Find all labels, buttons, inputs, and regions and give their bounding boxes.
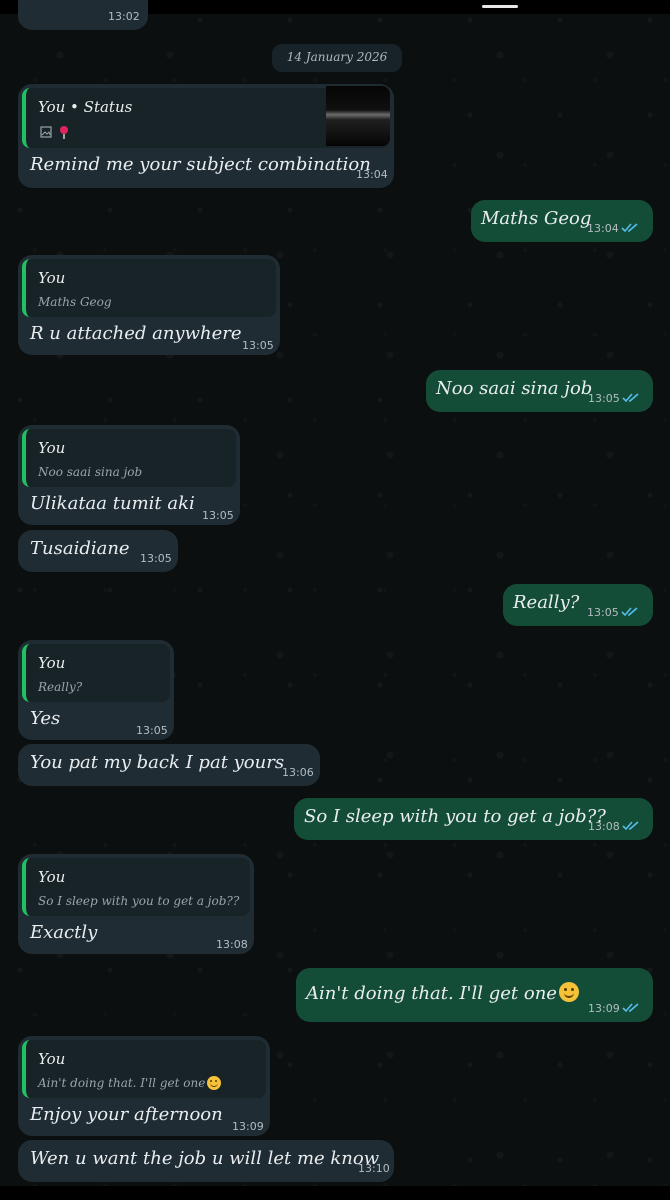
message-bubble-incoming[interactable]: You So I sleep with you to get a job?? E… — [18, 854, 254, 954]
message-time: 13:10 — [358, 1162, 390, 1175]
message-time: 13:05 — [587, 606, 619, 619]
quote-author: You — [38, 269, 66, 287]
drag-handle[interactable] — [482, 5, 518, 8]
message-bubble-partial[interactable]: 13:02 — [18, 0, 148, 30]
message-time: 13:02 — [108, 10, 140, 23]
message-bubble-incoming[interactable]: You Noo saai sina job Ulikataa tumit aki… — [18, 425, 240, 525]
quote-author: You — [38, 868, 66, 886]
message-bubble-outgoing[interactable]: Really? 13:05 — [503, 584, 653, 626]
smiling-face-emoji — [207, 1076, 222, 1090]
message-bubble-incoming[interactable]: You Really? Yes 13:05 — [18, 640, 174, 740]
message-text-content: Ain't doing that. I'll get one — [306, 983, 557, 1004]
quoted-message[interactable]: You Noo saai sina job — [22, 429, 236, 487]
quote-author: You • Status — [38, 98, 133, 116]
read-receipt-icon — [622, 821, 639, 831]
message-text: Remind me your subject combination — [30, 154, 371, 175]
date-separator: 14 January 2026 — [272, 44, 402, 72]
quote-text: Really? — [38, 680, 83, 694]
quote-text-content: Ain't doing that. I'll get one — [38, 1076, 206, 1090]
message-text: So I sleep with you to get a job?? — [304, 806, 606, 827]
message-text: Really? — [513, 592, 580, 613]
message-text: Enjoy your afternoon — [30, 1104, 223, 1125]
quote-text: So I sleep with you to get a job?? — [38, 894, 240, 908]
quote-author: You — [38, 439, 66, 457]
message-bubble-incoming[interactable]: You Ain't doing that. I'll get one Enjoy… — [18, 1036, 270, 1136]
quote-text: Noo saai sina job — [38, 465, 143, 479]
message-bubble-incoming[interactable]: You pat my back I pat yours 13:06 — [18, 744, 320, 786]
date-separator-text: 14 January 2026 — [286, 50, 388, 64]
message-time: 13:05 — [242, 339, 274, 352]
message-bubble-outgoing[interactable]: Ain't doing that. I'll get one 13:09 — [296, 968, 653, 1022]
message-time: 13:06 — [282, 766, 314, 779]
read-receipt-icon — [622, 393, 639, 403]
message-bubble-outgoing[interactable]: Noo saai sina job 13:05 — [426, 370, 653, 412]
message-text: Noo saai sina job — [436, 378, 593, 399]
message-time: 13:05 — [140, 552, 172, 565]
message-time: 13:08 — [588, 820, 620, 833]
message-text: Tusaidiane — [30, 538, 130, 559]
message-time: 13:04 — [356, 168, 388, 181]
message-time: 13:09 — [232, 1120, 264, 1133]
message-text: Maths Geog — [481, 208, 592, 229]
message-bubble-incoming[interactable]: Wen u want the job u will let me know 13… — [18, 1140, 394, 1182]
bottom-bar — [0, 1186, 670, 1200]
message-bubble-incoming[interactable]: Tusaidiane 13:05 — [18, 530, 178, 572]
message-time: 13:04 — [587, 222, 619, 235]
message-text: Wen u want the job u will let me know — [30, 1148, 380, 1169]
read-receipt-icon — [621, 607, 638, 617]
quoted-message[interactable]: You So I sleep with you to get a job?? — [22, 858, 250, 916]
message-bubble-outgoing[interactable]: So I sleep with you to get a job?? 13:08 — [294, 798, 653, 840]
message-bubble-incoming[interactable]: You Maths Geog R u attached anywhere 13:… — [18, 255, 280, 355]
smiling-face-emoji — [558, 982, 579, 1002]
message-time: 13:05 — [136, 724, 168, 737]
quote-author: You — [38, 654, 66, 672]
pin-icon — [60, 126, 68, 139]
message-text: Ulikataa tumit aki — [30, 493, 195, 514]
quote-author: You — [38, 1050, 66, 1068]
quoted-message[interactable]: You Maths Geog — [22, 259, 276, 317]
quoted-message[interactable]: You Really? — [22, 644, 170, 702]
message-time: 13:09 — [588, 1002, 620, 1015]
message-time: 13:05 — [588, 392, 620, 405]
message-text: You pat my back I pat yours — [30, 752, 285, 773]
image-icon — [40, 126, 52, 138]
message-text: R u attached anywhere — [30, 323, 242, 344]
quoted-message[interactable]: You Ain't doing that. I'll get one — [22, 1040, 266, 1098]
message-bubble-outgoing[interactable]: Maths Geog 13:04 — [471, 200, 653, 242]
message-time: 13:08 — [216, 938, 248, 951]
message-text: Exactly — [30, 922, 98, 943]
message-text: Ain't doing that. I'll get one — [306, 982, 579, 1004]
message-text: Yes — [30, 708, 61, 729]
status-thumbnail[interactable] — [326, 86, 390, 146]
read-receipt-icon — [622, 1003, 639, 1013]
quote-text: Ain't doing that. I'll get one — [38, 1076, 222, 1090]
message-time: 13:05 — [202, 509, 234, 522]
read-receipt-icon — [621, 223, 638, 233]
quote-text: Maths Geog — [38, 295, 112, 309]
